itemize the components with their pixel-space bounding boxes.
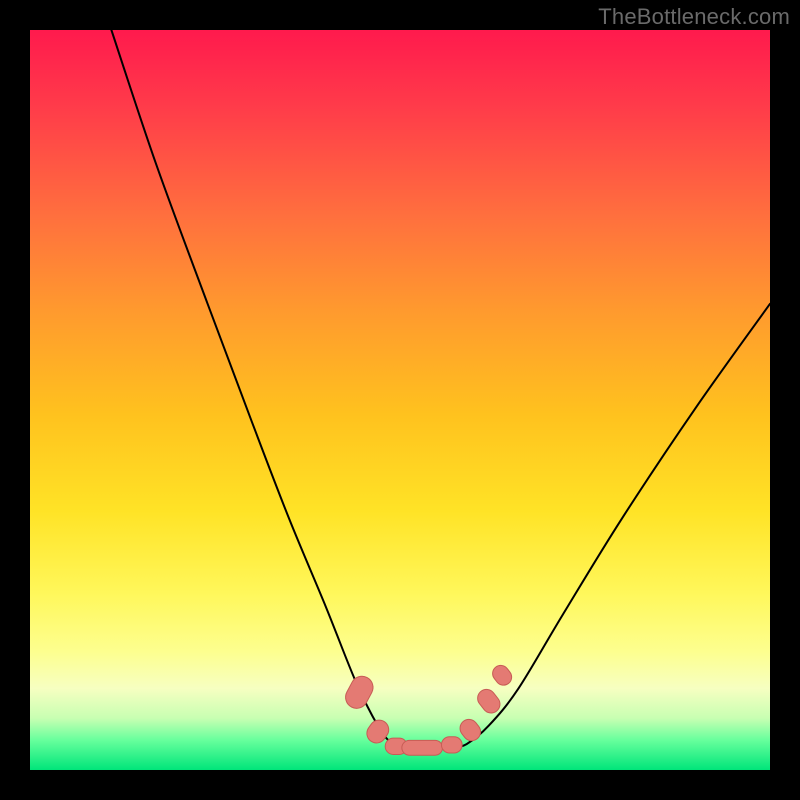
- chart-plot-area: [30, 30, 770, 770]
- chart-marker-3: [402, 740, 443, 755]
- chart-svg: [30, 30, 770, 770]
- chart-marker-6: [474, 686, 503, 717]
- chart-stage: TheBottleneck.com: [0, 0, 800, 800]
- chart-curve-left-curve: [111, 30, 407, 748]
- chart-marker-4: [441, 737, 462, 753]
- chart-curves: [111, 30, 770, 748]
- chart-marker-0: [342, 672, 377, 712]
- watermark-text: TheBottleneck.com: [598, 4, 790, 30]
- chart-marker-7: [489, 662, 515, 688]
